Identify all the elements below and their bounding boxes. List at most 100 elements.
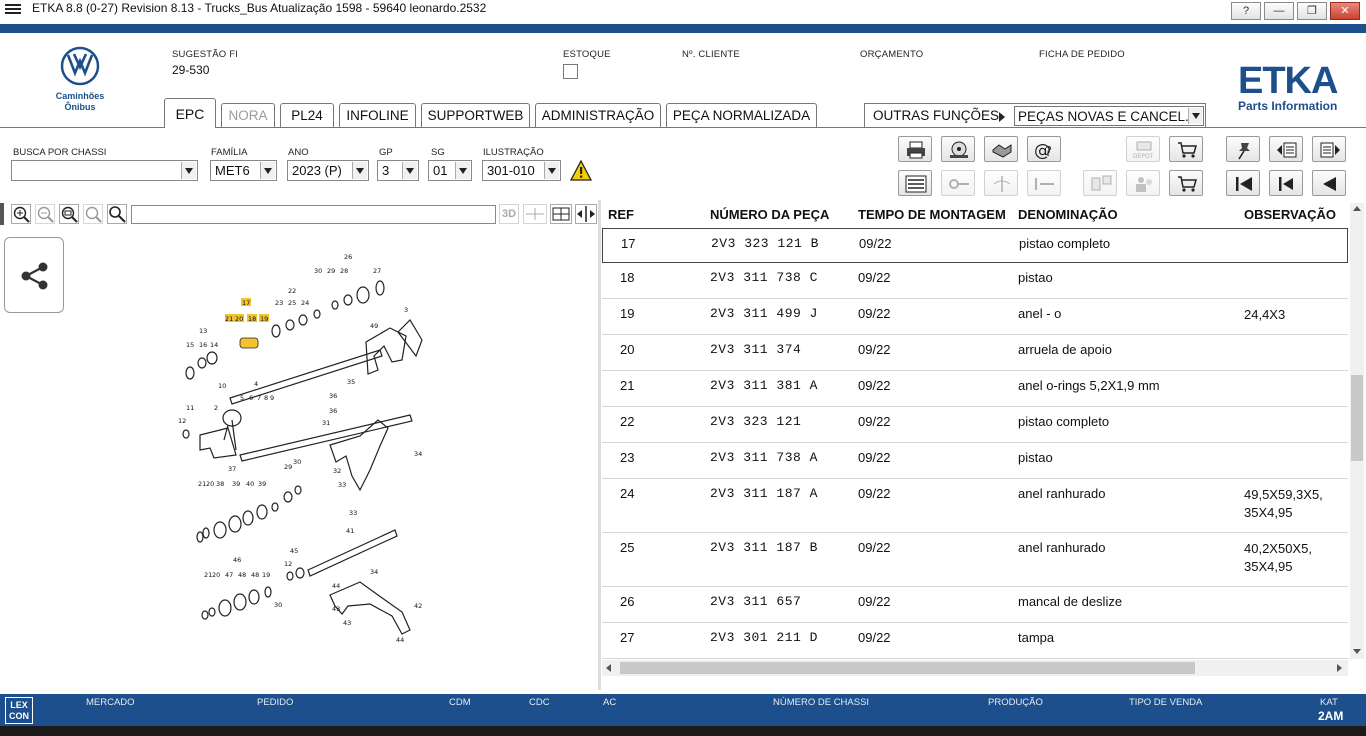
- zoom-in-icon[interactable]: [11, 204, 31, 224]
- tab-pl24[interactable]: PL24: [280, 103, 334, 127]
- tab-administracao[interactable]: ADMINISTRAÇÃO: [535, 103, 661, 127]
- svg-text:41: 41: [346, 527, 354, 535]
- col-observacao-header[interactable]: OBSERVAÇÃO: [1244, 207, 1336, 222]
- status-chassi: NÚMERO DE CHASSI: [773, 697, 870, 708]
- ilustracao-select[interactable]: 301-010: [482, 160, 561, 181]
- scroll-up-icon[interactable]: [1353, 206, 1361, 211]
- familia-select[interactable]: MET6: [210, 160, 277, 181]
- estoque-checkbox[interactable]: [563, 64, 578, 79]
- zoom-fit-icon[interactable]: [59, 204, 79, 224]
- pane-splitter[interactable]: [598, 200, 601, 690]
- previous-icon[interactable]: [1269, 170, 1303, 196]
- handshake-icon[interactable]: [984, 136, 1018, 162]
- table-row[interactable]: 22 2V3 323 121 09/22 pistao completo: [602, 407, 1348, 443]
- dropdown-arrow-icon[interactable]: [1188, 108, 1202, 124]
- os-taskbar: [0, 726, 1366, 736]
- list-icon[interactable]: [898, 170, 932, 196]
- chevron-down-icon[interactable]: [402, 162, 417, 179]
- svg-text:31: 31: [322, 419, 330, 427]
- tab-infoline[interactable]: INFOLINE: [339, 103, 416, 127]
- cart-add-icon[interactable]: [1169, 170, 1203, 196]
- disc-hand-icon[interactable]: [941, 136, 975, 162]
- vw-caption-2: Ônibus: [64, 102, 96, 112]
- depot-icon[interactable]: DEPOT: [1126, 136, 1160, 162]
- gp-label: GP: [379, 147, 393, 158]
- table-row[interactable]: 18 2V3 311 738 C 09/22 pistao: [602, 263, 1348, 299]
- restore-button[interactable]: ❐: [1297, 2, 1327, 20]
- table-row[interactable]: 24 2V3 311 187 A 09/22 anel ranhurado 49,5X5…: [602, 479, 1348, 533]
- tab-supportweb[interactable]: SUPPORTWEB: [421, 103, 530, 127]
- col-part-number-header[interactable]: NÚMERO DA PEÇA: [710, 207, 829, 222]
- zoom-out-icon[interactable]: [35, 204, 55, 224]
- diagram-search-input[interactable]: [131, 205, 496, 224]
- ano-select[interactable]: 2023 (P): [287, 160, 369, 181]
- sg-select[interactable]: 01: [428, 160, 472, 181]
- chevron-down-icon[interactable]: [544, 162, 559, 179]
- table-row[interactable]: 20 2V3 311 374 09/22 arruela de apoio: [602, 335, 1348, 371]
- zoom-reset-icon[interactable]: [83, 204, 103, 224]
- chevron-down-icon[interactable]: [181, 162, 196, 179]
- table-row[interactable]: 25 2V3 311 187 B 09/22 anel ranhurado 40,2X5…: [602, 533, 1348, 587]
- view-3d-button[interactable]: 3D: [499, 204, 519, 224]
- cart-remove-icon[interactable]: [1169, 136, 1203, 162]
- minimize-button[interactable]: —: [1264, 2, 1294, 20]
- scroll-left-icon[interactable]: [606, 664, 611, 672]
- chevron-down-icon[interactable]: [260, 162, 275, 179]
- page-next-icon[interactable]: [1312, 136, 1346, 162]
- page-prev-icon[interactable]: [1269, 136, 1303, 162]
- warning-icon[interactable]: [570, 160, 592, 181]
- table-row[interactable]: 23 2V3 311 738 A 09/22 pistao: [602, 443, 1348, 479]
- help-window-button[interactable]: ?: [1231, 2, 1261, 20]
- outras-funcoes-value: PEÇAS NOVAS E CANCEL.: [1018, 109, 1189, 124]
- tab-peca-normalizada[interactable]: PEÇA NORMALIZADA: [666, 103, 817, 127]
- search-icon[interactable]: [107, 204, 127, 224]
- arrow-right-icon: [999, 112, 1005, 122]
- outras-funcoes-label[interactable]: OUTRAS FUNÇÕES: [873, 108, 999, 123]
- share-button[interactable]: [4, 237, 64, 313]
- horizontal-scroll-thumb[interactable]: [620, 662, 1195, 674]
- exploded-parts-diagram[interactable]: 26 30 29 28 27 22 23 25 24 17 21 20 18 19 13 …: [170, 250, 450, 650]
- table-row[interactable]: 17 2V3 323 121 B 09/22 pistao completo: [602, 228, 1348, 263]
- scroll-down-icon[interactable]: [1353, 649, 1361, 654]
- chassi-select[interactable]: [11, 160, 198, 181]
- scroll-right-icon[interactable]: [1337, 664, 1342, 672]
- scale-icon[interactable]: [984, 170, 1018, 196]
- print-icon[interactable]: [898, 136, 932, 162]
- table-row[interactable]: 19 2V3 311 499 J 09/22 anel - o 24,4X3: [602, 299, 1348, 335]
- split-view-icon[interactable]: [523, 204, 547, 224]
- pin-icon[interactable]: [1226, 136, 1260, 162]
- cell-ref: 18: [620, 270, 635, 285]
- table-row[interactable]: 21 2V3 311 381 A 09/22 anel o-rings 5,2X1,9…: [602, 371, 1348, 407]
- transfer-icon[interactable]: [1083, 170, 1117, 196]
- svg-text:13: 13: [199, 327, 207, 335]
- table-row[interactable]: 26 2V3 311 657 09/22 mancal de deslize: [602, 587, 1348, 623]
- table-row[interactable]: 27 2V3 301 211 D 09/22 tampa: [602, 623, 1348, 659]
- cell-denominacao: tampa: [1018, 630, 1055, 645]
- pane-edge: [0, 203, 4, 225]
- close-button[interactable]: ✕: [1330, 2, 1360, 20]
- col-ref-header[interactable]: REF: [608, 207, 634, 222]
- gp-select[interactable]: 3: [377, 160, 419, 181]
- cell-ref: 19: [620, 306, 635, 321]
- layout-icon[interactable]: [550, 204, 572, 224]
- key-icon[interactable]: [941, 170, 975, 196]
- svg-text:48: 48: [238, 571, 246, 579]
- tab-epc[interactable]: EPC: [164, 98, 216, 128]
- chevron-down-icon[interactable]: [352, 162, 367, 179]
- col-denominacao-header[interactable]: DENOMINAÇÃO: [1018, 207, 1118, 222]
- resize-pane-icon[interactable]: [575, 204, 597, 224]
- first-page-icon[interactable]: [1226, 170, 1260, 196]
- col-tempo-header[interactable]: TEMPO DE MONTAGEM: [858, 207, 1006, 222]
- svg-text:43: 43: [332, 605, 340, 613]
- people-icon[interactable]: [1126, 170, 1160, 196]
- window-menu-icon[interactable]: [5, 4, 21, 14]
- back-icon[interactable]: [1312, 170, 1346, 196]
- outras-funcoes-select[interactable]: PEÇAS NOVAS E CANCEL.: [1014, 106, 1204, 126]
- dash-icon[interactable]: [1027, 170, 1061, 196]
- cell-part-number: 2V3 323 121 B: [711, 236, 819, 251]
- vertical-scroll-thumb[interactable]: [1351, 375, 1363, 461]
- chevron-down-icon[interactable]: [455, 162, 470, 179]
- email-icon[interactable]: @?: [1027, 136, 1061, 162]
- diagram-callout-labels: 26 30 29 28 27 22 23 25 24 17 21 20 18 19 13 …: [178, 253, 422, 644]
- tab-nora[interactable]: NORA: [221, 103, 275, 127]
